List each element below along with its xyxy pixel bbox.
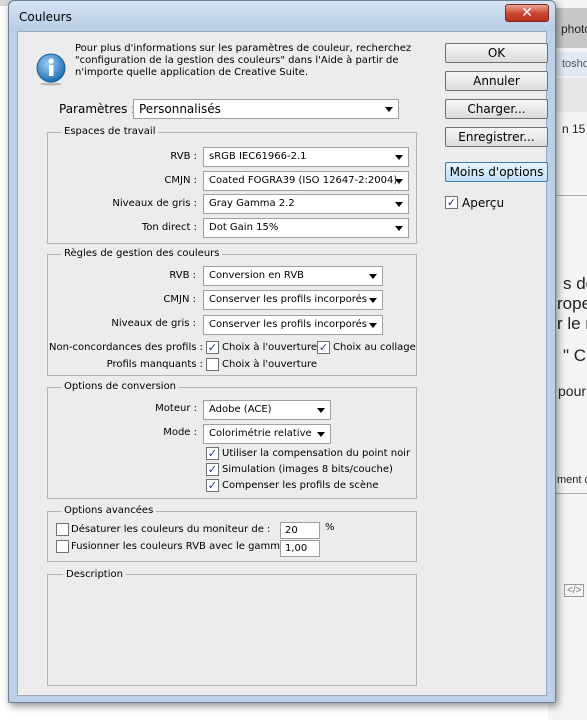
- pol-gray-label: Niveaux de gris :: [111, 318, 196, 329]
- dither-label: Simulation (images 8 bits/couche): [222, 464, 393, 475]
- ws-spot-label: Ton direct :: [141, 222, 197, 233]
- background-text-line5: pour: [558, 383, 587, 399]
- intent-select[interactable]: Colorimétrie relative: [203, 424, 331, 444]
- close-button[interactable]: ✕: [505, 4, 549, 22]
- chevron-down-icon: [395, 179, 403, 184]
- background-url-fragment: toshop: [562, 58, 587, 70]
- chevron-down-icon: [369, 298, 377, 303]
- desaturate-checkbox[interactable]: [56, 523, 69, 536]
- title-bar[interactable]: Couleurs ✕: [9, 1, 555, 31]
- bpc-checkbox[interactable]: ✓: [206, 447, 219, 460]
- info-text-line-3: n'importe quelle application de Creative…: [75, 67, 308, 78]
- ok-button[interactable]: OK: [445, 43, 548, 63]
- ws-gray-label: Niveaux de gris :: [112, 198, 197, 209]
- fewer-options-button[interactable]: Moins d'options: [445, 162, 548, 182]
- background-text-line1: s de: [563, 274, 587, 293]
- working-spaces-title: Espaces de travail: [61, 126, 159, 137]
- pol-rgb-label: RVB :: [169, 270, 196, 281]
- load-button[interactable]: Charger...: [445, 99, 548, 119]
- mismatch-open-checkbox[interactable]: ✓: [206, 341, 219, 354]
- chevron-down-icon: [317, 408, 325, 413]
- ws-cmyk-label: CMJN :: [164, 175, 197, 186]
- chevron-down-icon: [395, 226, 403, 231]
- background-text-line4: " C: [563, 346, 587, 365]
- background-text-n15: n 15: [562, 122, 586, 136]
- ws-gray-select[interactable]: Gray Gamma 2.2: [203, 194, 409, 214]
- chevron-down-icon: [369, 323, 377, 328]
- advanced-options-title: Options avancées: [61, 505, 157, 516]
- missing-open-checkbox[interactable]: [206, 358, 219, 371]
- scene-checkbox[interactable]: ✓: [206, 479, 219, 492]
- pol-rgb-select[interactable]: Conversion en RVB: [203, 266, 383, 286]
- background-text-line2: rope: [557, 294, 587, 313]
- ws-rgb-label: RVB :: [170, 151, 197, 162]
- intent-value: Colorimétrie relative: [209, 428, 312, 439]
- missing-open-label: Choix à l'ouverture: [222, 359, 318, 370]
- pol-missing-label: Profils manquants :: [106, 359, 203, 370]
- pol-cmyk-value: Conserver les profils incorporés: [209, 294, 367, 305]
- dialog-content: Pour plus d'informations sur les paramèt…: [17, 31, 548, 696]
- settings-select[interactable]: Personnalisés: [133, 99, 399, 119]
- ws-spot-select[interactable]: Dot Gain 15%: [203, 218, 409, 238]
- desaturate-input[interactable]: 20: [280, 522, 320, 539]
- pol-rgb-value: Conversion en RVB: [209, 270, 305, 281]
- preview-checkbox[interactable]: ✓: [445, 196, 458, 209]
- engine-value: Adobe (ACE): [209, 404, 272, 415]
- settings-label: Paramètres :: [59, 102, 136, 116]
- pol-gray-select[interactable]: Conserver les profils incorporés: [203, 315, 383, 335]
- mismatch-open-label: Choix à l'ouverture: [222, 342, 318, 353]
- conversion-options-title: Options de conversion: [61, 381, 180, 392]
- pol-cmyk-select[interactable]: Conserver les profils incorporés: [203, 290, 383, 310]
- background-tab-title: photo: [561, 22, 587, 36]
- scene-label: Compenser les profils de scène: [222, 480, 379, 491]
- info-text-line-2: "configuration de la gestion des couleur…: [75, 55, 399, 66]
- chevron-down-icon: [395, 155, 403, 160]
- code-icon: </>: [564, 584, 585, 597]
- pol-mismatch-label: Non-concordances des profils :: [49, 342, 203, 353]
- blend-checkbox[interactable]: [56, 540, 69, 553]
- background-text-line6: ment c: [557, 474, 587, 486]
- advanced-options-group: [47, 511, 417, 562]
- settings-value: Personnalisés: [139, 102, 221, 116]
- info-icon: [34, 52, 68, 86]
- description-title: Description: [63, 569, 126, 580]
- background-text-line3: r le r: [557, 314, 587, 333]
- info-text-line-1: Pour plus d'informations sur les paramèt…: [75, 43, 412, 54]
- window-title: Couleurs: [19, 10, 72, 24]
- intent-label: Mode :: [163, 427, 197, 438]
- ws-gray-value: Gray Gamma 2.2: [209, 198, 295, 209]
- dither-checkbox[interactable]: ✓: [206, 463, 219, 476]
- pol-cmyk-label: CMJN :: [163, 294, 196, 305]
- engine-label: Moteur :: [155, 403, 197, 414]
- ws-rgb-select[interactable]: sRGB IEC61966-2.1: [203, 147, 409, 167]
- ws-cmyk-value: Coated FOGRA39 (ISO 12647-2:2004): [209, 175, 398, 186]
- bpc-label: Utiliser la compensation du point noir: [222, 448, 411, 459]
- blend-label: Fusionner les couleurs RVB avec le gamma…: [71, 541, 293, 552]
- ws-rgb-value: sRGB IEC61966-2.1: [209, 151, 307, 162]
- mismatch-paste-checkbox[interactable]: ✓: [317, 341, 330, 354]
- chevron-down-icon: [395, 202, 403, 207]
- preview-label: Aperçu: [462, 196, 505, 210]
- cancel-button[interactable]: Annuler: [445, 71, 548, 91]
- ws-spot-value: Dot Gain 15%: [209, 222, 279, 233]
- chevron-down-icon: [317, 432, 325, 437]
- save-button[interactable]: Enregistrer...: [445, 127, 548, 147]
- color-policies-title: Règles de gestion des couleurs: [61, 248, 223, 259]
- desaturate-unit: %: [325, 522, 335, 533]
- ws-cmyk-select[interactable]: Coated FOGRA39 (ISO 12647-2:2004): [203, 171, 409, 191]
- engine-select[interactable]: Adobe (ACE): [203, 400, 331, 420]
- description-group: [47, 574, 417, 686]
- mismatch-paste-label: Choix au collage: [333, 342, 416, 353]
- chevron-down-icon: [369, 274, 377, 279]
- chevron-down-icon: [385, 107, 393, 112]
- color-settings-dialog: Couleurs ✕ Pour plus d'informations sur …: [8, 0, 556, 703]
- desaturate-label: Désaturer les couleurs du moniteur de :: [71, 524, 271, 535]
- pol-gray-value: Conserver les profils incorporés: [209, 319, 367, 330]
- blend-gamma-input[interactable]: 1,00: [280, 540, 320, 557]
